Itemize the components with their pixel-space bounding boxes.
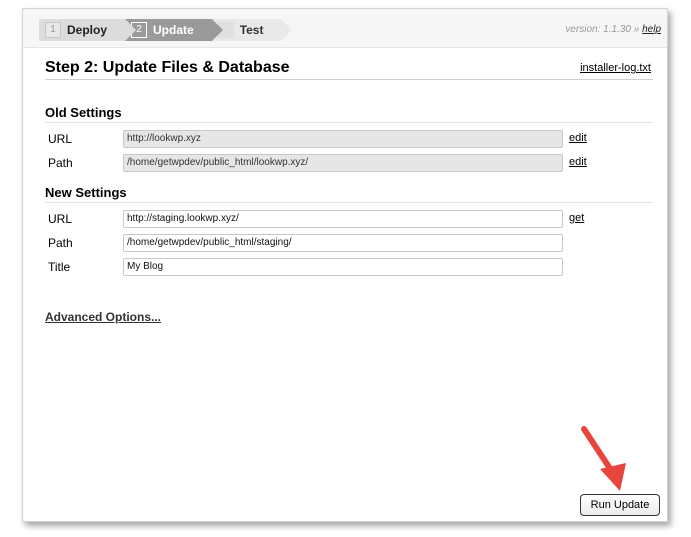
old-settings-divider xyxy=(45,122,653,123)
old-url-row: URL edit xyxy=(45,130,645,150)
step-label: Test xyxy=(239,23,264,37)
step-deploy: 1 Deploy xyxy=(39,19,137,41)
step-indicator: 1 Deploy 2 Update 3 Test xyxy=(39,19,293,41)
page-title: Step 2: Update Files & Database xyxy=(45,59,290,76)
step-number: 1 xyxy=(45,22,61,38)
old-settings-heading: Old Settings xyxy=(45,105,122,120)
new-title-row: Title xyxy=(45,258,645,278)
installer-panel: 1 Deploy 2 Update 3 Test version: 1.1.30… xyxy=(22,8,668,522)
run-update-button[interactable]: Run Update xyxy=(580,494,660,516)
stepper-header: 1 Deploy 2 Update 3 Test version: 1.1.30… xyxy=(23,9,667,48)
help-link[interactable]: help xyxy=(642,24,661,35)
old-path-edit-link[interactable]: edit xyxy=(569,156,587,168)
old-path-label: Path xyxy=(48,156,73,170)
step-chevron xyxy=(125,19,137,41)
new-title-field[interactable] xyxy=(123,258,563,276)
step-label: Deploy xyxy=(67,23,108,37)
new-settings-divider xyxy=(45,202,653,203)
step-label: Update xyxy=(153,23,194,37)
version-info: version: 1.1.30 » help xyxy=(565,24,661,35)
old-url-label: URL xyxy=(48,132,73,146)
old-url-edit-link[interactable]: edit xyxy=(569,132,587,144)
new-url-field[interactable] xyxy=(123,210,563,228)
old-url-field[interactable] xyxy=(123,130,563,148)
installer-log-link[interactable]: installer-log.txt xyxy=(580,62,651,74)
version-text: version: 1.1.30 » xyxy=(565,24,640,35)
old-path-field[interactable] xyxy=(123,154,563,172)
new-path-row: Path xyxy=(45,234,645,254)
new-title-label: Title xyxy=(48,260,71,274)
new-path-field[interactable] xyxy=(123,234,563,252)
title-divider xyxy=(45,79,653,80)
old-path-row: Path edit xyxy=(45,154,645,174)
step-update: 2 Update xyxy=(125,19,223,41)
new-url-label: URL xyxy=(48,212,73,226)
new-path-label: Path xyxy=(48,236,73,250)
step-chevron xyxy=(211,19,223,41)
step-chevron xyxy=(281,19,293,41)
new-settings-heading: New Settings xyxy=(45,185,127,200)
advanced-options-link[interactable]: Advanced Options... xyxy=(45,310,161,324)
annotation-arrow-icon xyxy=(581,426,626,491)
new-url-get-link[interactable]: get xyxy=(569,212,584,224)
new-url-row: URL get xyxy=(45,210,645,230)
